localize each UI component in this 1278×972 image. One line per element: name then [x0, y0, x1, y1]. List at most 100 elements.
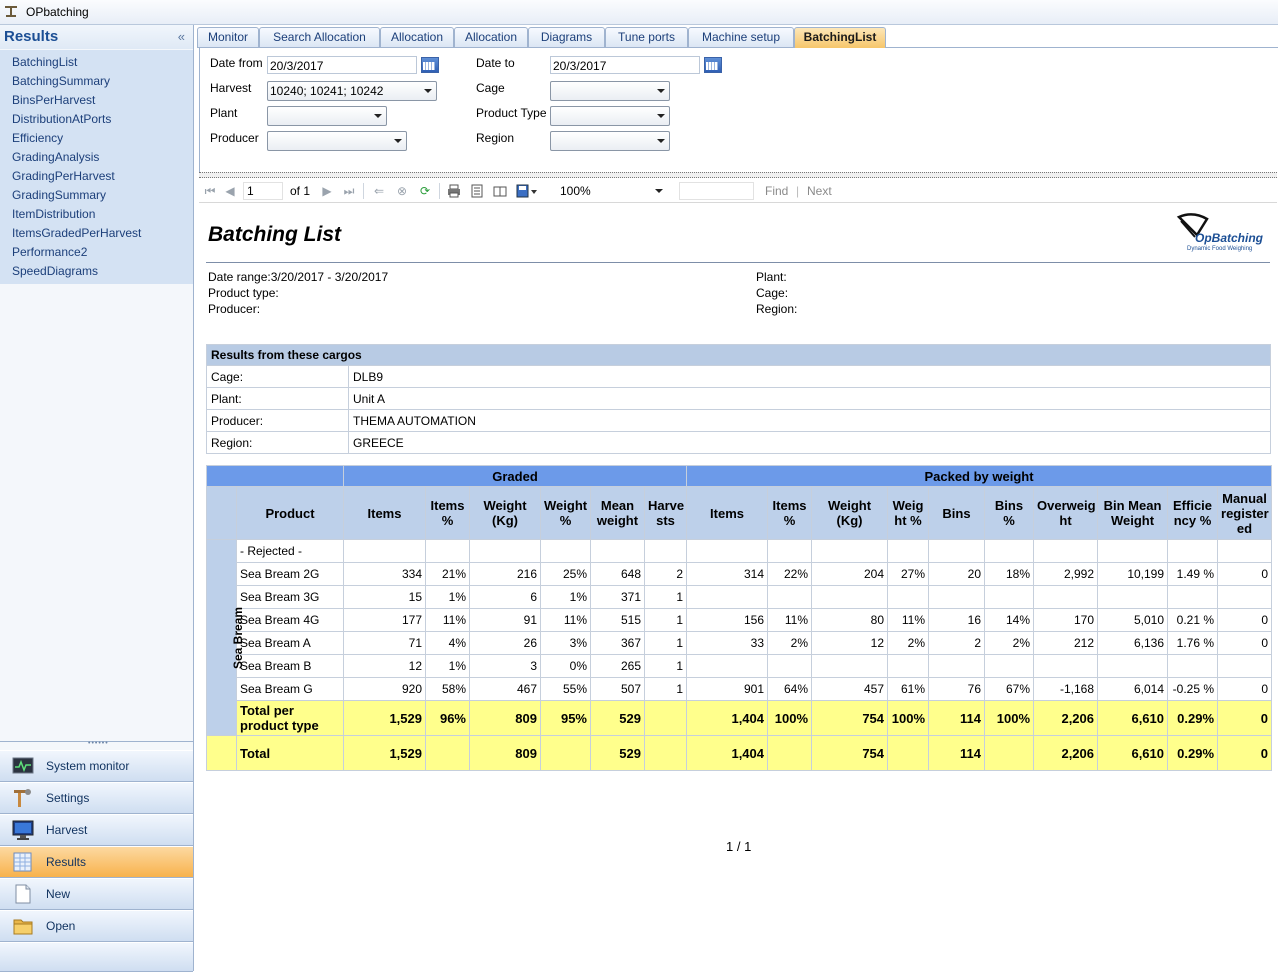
back-icon[interactable]: ⇐ — [372, 184, 386, 198]
sidebar-item-batchingsummary[interactable]: BatchingSummary — [12, 72, 110, 90]
last-page-icon[interactable]: ⏭ — [342, 184, 356, 198]
nav-settings[interactable]: Settings — [0, 782, 193, 814]
nav-results[interactable]: Results — [0, 846, 193, 878]
report-page: Batching List OpBatching Dynamic Food We… — [199, 203, 1277, 970]
subtotal-cell: 1,404 — [686, 700, 769, 736]
date-to-input[interactable]: 20/3/2017 — [550, 56, 700, 74]
nav-harvest[interactable]: Harvest — [0, 814, 193, 846]
nav-label: Harvest — [46, 823, 88, 837]
table-cell: 204 — [811, 562, 889, 586]
find-button[interactable]: Find — [765, 184, 788, 198]
table-cell — [1217, 585, 1273, 609]
table-cell: 6 — [469, 585, 541, 609]
page-setup-icon[interactable] — [493, 184, 507, 198]
product-name: Sea Bream B — [236, 654, 344, 678]
table-cell — [811, 654, 889, 678]
region-select[interactable] — [550, 131, 670, 151]
cage-meta: Cage: — [756, 286, 789, 300]
plant-select[interactable] — [267, 106, 387, 126]
table-cell — [1097, 654, 1169, 678]
cargo-row: Region: GREECE — [206, 431, 1271, 454]
table-cell — [1217, 539, 1273, 563]
next-page-icon[interactable]: ▶ — [320, 184, 334, 198]
sidebar-item-performance2[interactable]: Performance2 — [12, 243, 87, 261]
stop-icon[interactable]: ⊗ — [395, 184, 409, 198]
total-cell: 809 — [469, 735, 541, 771]
table-cell — [1167, 539, 1219, 563]
cargo-value: GREECE — [348, 431, 1271, 454]
sidebar-item-binsperharvest[interactable]: BinsPerHarvest — [12, 91, 95, 109]
calendar-icon[interactable] — [421, 57, 439, 73]
subtotal-cell: 529 — [590, 700, 645, 736]
sidebar-item-gradingperharvest[interactable]: GradingPerHarvest — [12, 167, 115, 185]
find-input[interactable] — [679, 182, 754, 200]
table-cell: 11% — [767, 608, 813, 632]
zoom-select[interactable]: 100% — [557, 182, 667, 200]
filter-splitter[interactable] — [199, 172, 1277, 178]
sidebar-item-batchinglist[interactable]: BatchingList — [12, 53, 77, 71]
tab-allocation-2[interactable]: Allocation — [454, 27, 528, 47]
table-cell: 0 — [1217, 631, 1273, 655]
table-cell: 0 — [1217, 677, 1273, 701]
tab-search-allocation[interactable]: Search Allocation — [259, 27, 380, 47]
cargo-value: DLB9 — [348, 365, 1271, 388]
total-cell: 114 — [928, 735, 986, 771]
nav-label: Settings — [46, 791, 90, 805]
date-from-input[interactable]: 20/3/2017 — [267, 56, 417, 74]
table-cell: 58% — [425, 677, 470, 701]
sidebar-item-gradinganalysis[interactable]: GradingAnalysis — [12, 148, 99, 166]
sidebar-item-itemdistribution[interactable]: ItemDistribution — [12, 205, 95, 223]
tab-monitor[interactable]: Monitor — [197, 27, 259, 47]
refresh-icon[interactable]: ⟳ — [418, 184, 432, 198]
tab-machine-setup[interactable]: Machine setup — [688, 27, 794, 47]
chevron-down-icon — [424, 89, 432, 93]
table-cell — [1097, 585, 1169, 609]
table-cell: 91 — [469, 608, 541, 632]
column-header: Weight (Kg) — [469, 486, 541, 540]
table-cell: 14% — [984, 608, 1035, 632]
sidebar: Results « BatchingList BatchingSummary B… — [0, 25, 194, 972]
export-icon[interactable] — [516, 184, 538, 198]
column-header-row: Product Items Items % Weight (Kg) Weight % Me… — [206, 486, 1273, 540]
print-icon[interactable] — [447, 184, 461, 198]
harvest-select[interactable]: 10240; 10241; 10242 — [267, 81, 437, 101]
cage-select[interactable] — [550, 81, 670, 101]
sidebar-item-gradingsummary[interactable]: GradingSummary — [12, 186, 106, 204]
print-layout-icon[interactable] — [470, 184, 484, 198]
tab-diagrams[interactable]: Diagrams — [528, 27, 605, 47]
calendar-icon[interactable] — [704, 57, 722, 73]
table-cell: 216 — [469, 562, 541, 586]
sidebar-item-itemsgradedperharvest[interactable]: ItemsGradedPerHarvest — [12, 224, 141, 242]
sidebar-splitter[interactable]: •••••• — [0, 740, 193, 747]
tab-batchinglist[interactable]: BatchingList — [794, 27, 886, 48]
collapse-icon[interactable]: « — [178, 29, 185, 44]
subtotal-cell: 100% — [767, 700, 813, 736]
total-cell — [643, 735, 688, 771]
product-name: Sea Bream 2G — [236, 562, 344, 586]
next-button[interactable]: Next — [807, 184, 832, 198]
sidebar-item-speeddiagrams[interactable]: SpeedDiagrams — [12, 262, 98, 280]
page-number-input[interactable]: 1 — [243, 182, 283, 200]
producer-select[interactable] — [267, 131, 407, 151]
sidebar-item-efficiency[interactable]: Efficiency — [12, 129, 63, 147]
previous-page-icon[interactable]: ◀ — [223, 184, 237, 198]
nav-system-monitor[interactable]: System monitor — [0, 750, 193, 782]
tab-tune-ports[interactable]: Tune ports — [605, 27, 688, 47]
product-type-select[interactable] — [550, 106, 670, 126]
window-title: OPbatching — [26, 5, 89, 19]
subtotal-cell: 809 — [469, 700, 541, 736]
column-header: Overweig ht — [1033, 486, 1099, 540]
first-page-icon[interactable]: ⏮ — [203, 184, 217, 198]
nav-label: Results — [46, 855, 87, 869]
table-cell: 3% — [540, 631, 591, 655]
nav-open[interactable]: Open — [0, 910, 193, 942]
cargo-label: Plant: — [206, 387, 349, 410]
sidebar-item-distributionatports[interactable]: DistributionAtPorts — [12, 110, 111, 128]
date-from-label: Date from — [210, 56, 263, 70]
total-cell: 1,529 — [343, 735, 426, 771]
table-cell — [1167, 654, 1219, 678]
table-cell: 15 — [343, 585, 426, 609]
nav-new[interactable]: New — [0, 878, 193, 910]
subtotal-cell: 0 — [1217, 700, 1273, 736]
tab-allocation[interactable]: Allocation — [380, 27, 454, 47]
